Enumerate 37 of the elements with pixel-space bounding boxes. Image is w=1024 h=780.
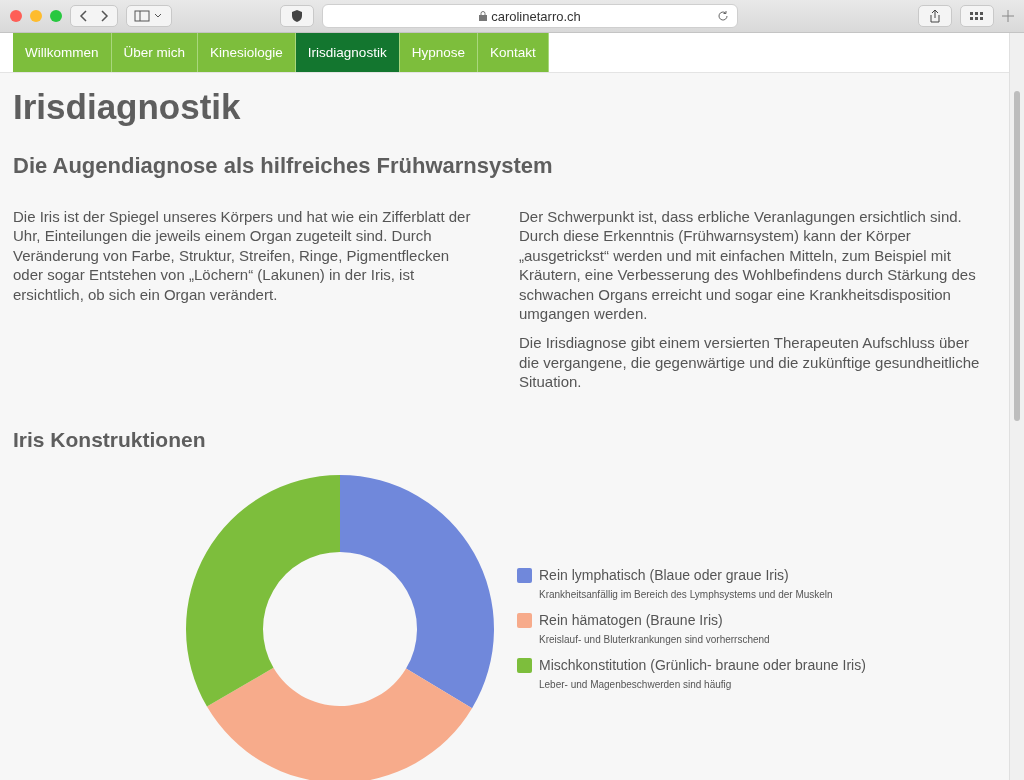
nav-tab[interactable]: Kinesiologie [198,33,296,72]
nav-tab[interactable]: Über mich [111,33,199,72]
tabs-button[interactable] [960,5,994,27]
nav-tab[interactable]: Kontakt [477,33,549,72]
close-icon[interactable] [10,10,22,22]
address-bar[interactable]: carolinetarro.ch [322,4,738,28]
legend-label: Rein hämatogen (Braune Iris) [539,612,724,629]
legend-description: Leber- und Magenbeschwerden sind häufig [539,679,733,691]
grid-icon [970,12,984,20]
new-tab-icon[interactable] [1002,10,1014,22]
chevrons-icon [77,10,111,22]
paragraph: Die Irisdiagnose gibt einem versierten Therapeuten Aufschluss über die vergangene, die gegenwärtige und die zukünftige gesundheitliche Situation. [519,333,981,392]
nav-tab[interactable]: Willkommen [13,33,112,72]
url-text: carolinetarro.ch [491,8,581,24]
shield-icon [292,10,302,22]
section-title: Iris Konstruktionen [13,427,207,452]
lock-icon [479,11,488,21]
shield-button[interactable] [280,5,314,27]
legend-label: Rein lymphatisch (Blaue oder graue Iris) [539,567,790,584]
back-forward-buttons[interactable] [70,5,118,27]
scrollbar-thumb[interactable] [1014,91,1020,421]
paragraph: Der Schwerpunkt ist, dass erbliche Veranlagungen ersichtlich sind. Durch diese Erkenntnis (Frühwarnsystem) kann der Körper „ausgetrickst“ werden und mit einfachen Mitteln, zum Beispiel mit Kräutern, eine Verbesserung des Wohlbefindens durch Stärkung des schwachen Organs erreicht und sogar eine Krankheitsdisposition umgangen werden. [519,207,977,324]
share-icon [929,9,941,23]
subtitle: Die Augendiagnose als hilfreiches Frühwarnsystem [13,153,554,179]
legend-description: Krankheitsanfällig im Bereich des Lymphsystems und der Muskeln [539,589,834,601]
legend-description: Kreislauf- und Bluterkrankungen sind vorherrschend [539,634,771,646]
reload-icon[interactable] [717,10,729,22]
nav-tab[interactable]: Hypnose [399,33,478,72]
sidebar-button[interactable] [126,5,172,27]
minimize-icon[interactable] [30,10,42,22]
nav-tab[interactable]: Irisdiagnostik [295,33,400,72]
share-button[interactable] [918,5,952,27]
maximize-icon[interactable] [50,10,62,22]
paragraph: Die Iris ist der Spiegel unseres Körpers und hat wie ein Zifferblatt der Uhr, Einteilungen die jeweils einem Organ zugeteilt sind. Durch Veränderung von Farbe, Struktur, Streifen, Ringe, Pigmentflecken oder sogar Entstehen von „Löchern“ (Lakunen) in der Iris, ist ersichtlich, ob sich ein Organ verändert. [13,207,472,305]
sidebar-icon [134,10,164,22]
legend-label: Mischkonstitution (Grünlich- braune oder braune Iris) [539,657,866,674]
page-title: Irisdiagnostik [13,87,242,127]
